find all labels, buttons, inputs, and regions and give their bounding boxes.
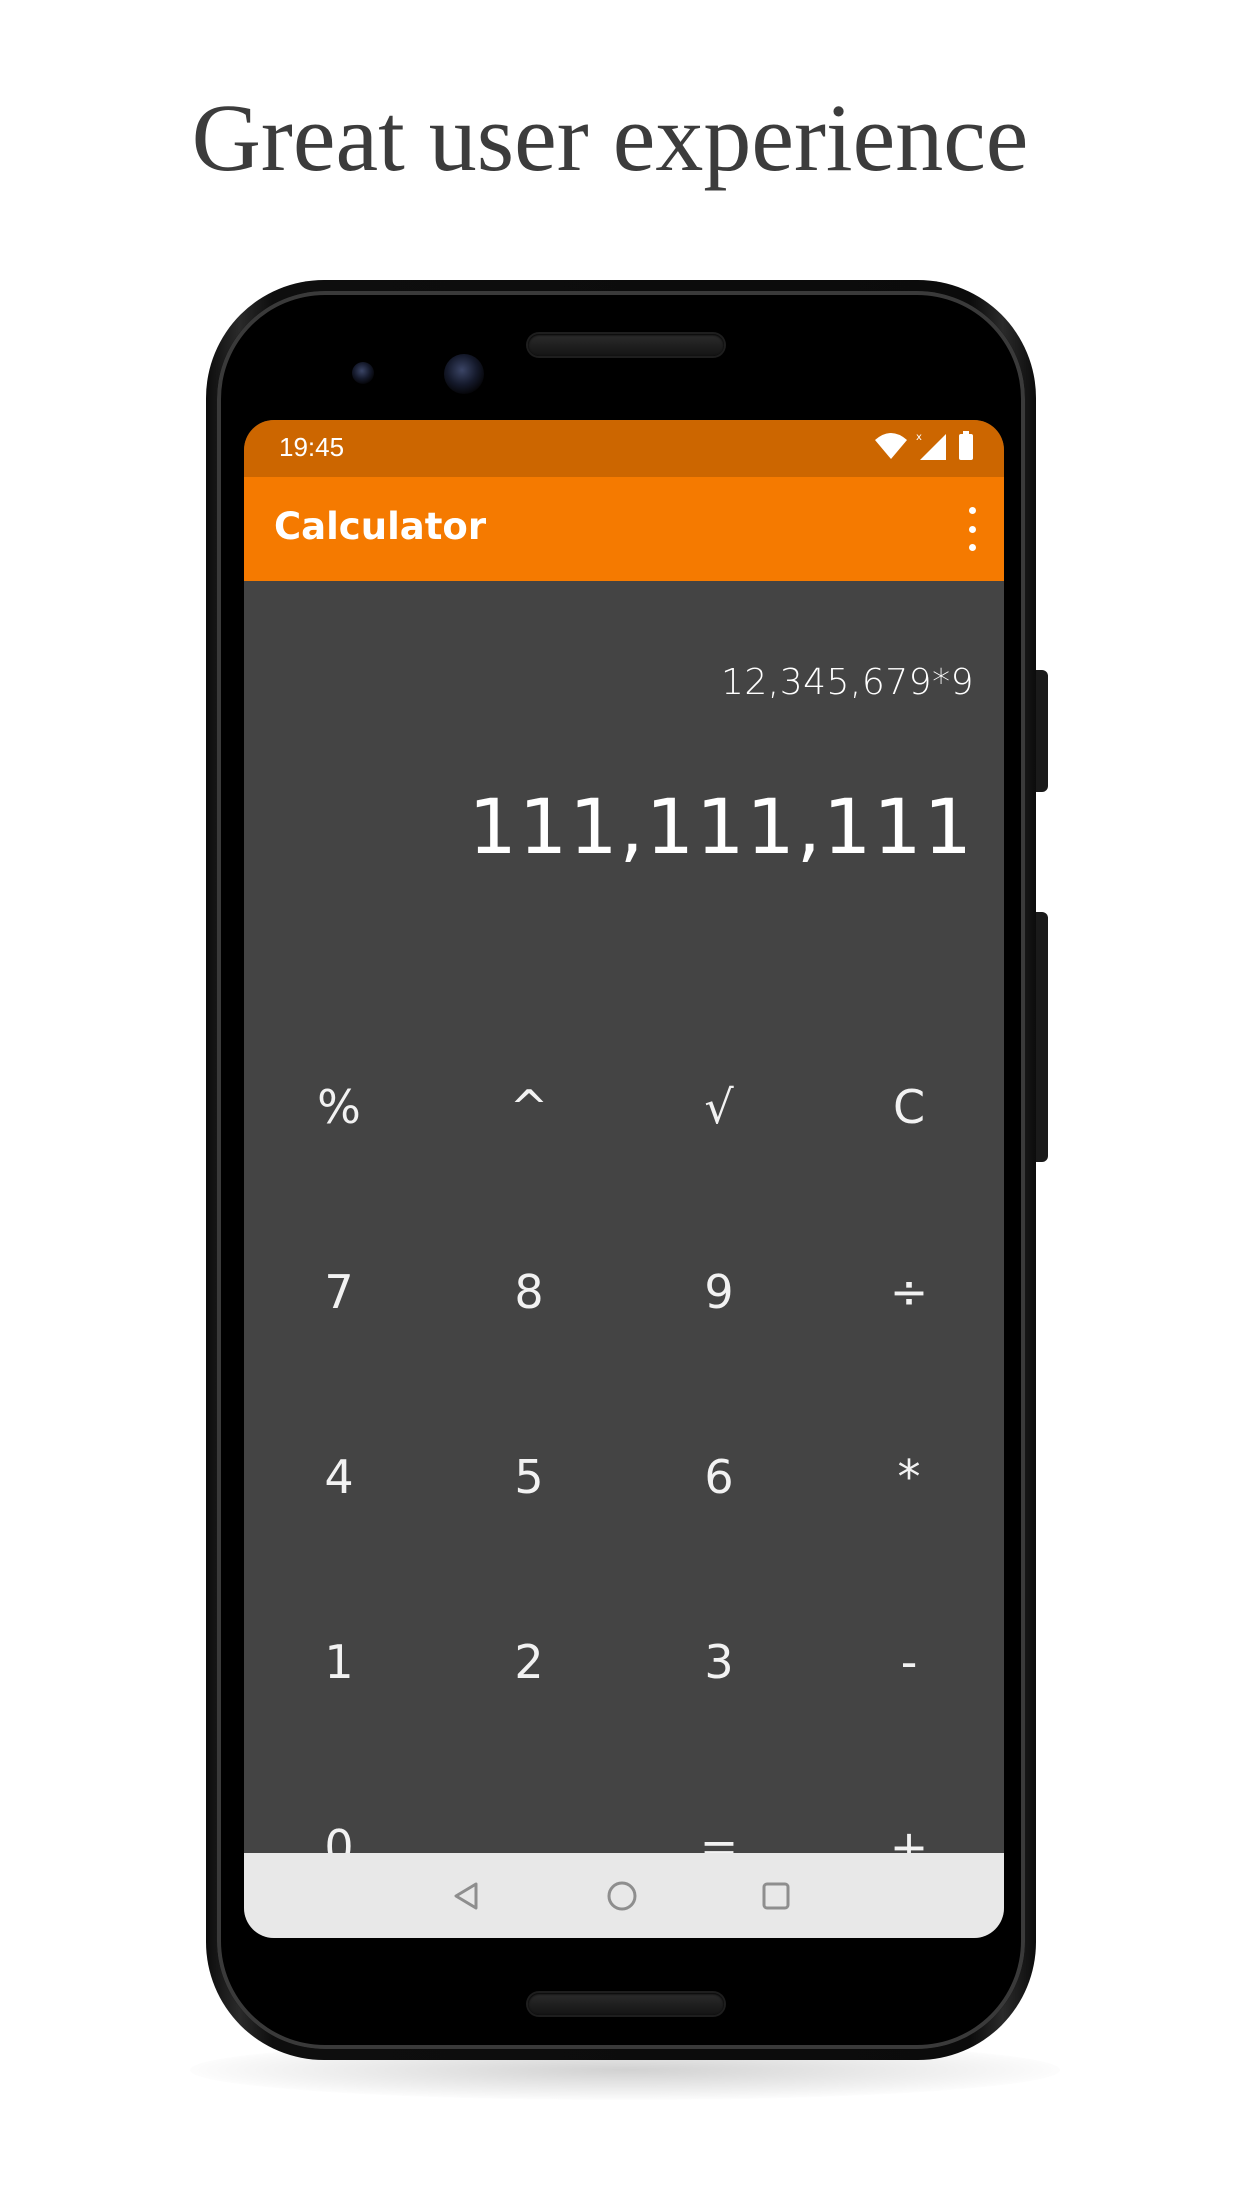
divide-key[interactable]: ÷ bbox=[814, 1199, 1004, 1384]
front-sensor bbox=[352, 362, 374, 384]
more-vert-icon[interactable] bbox=[962, 507, 982, 551]
status-icons: x bbox=[874, 431, 974, 465]
clear-key[interactable]: C bbox=[814, 1014, 1004, 1199]
digit-9-key[interactable]: 9 bbox=[624, 1199, 814, 1384]
digit-4-key[interactable]: 4 bbox=[244, 1384, 434, 1569]
digit-2-key[interactable]: 2 bbox=[434, 1569, 624, 1754]
recents-icon[interactable] bbox=[760, 1880, 792, 1912]
digit-8-key[interactable]: 8 bbox=[434, 1199, 624, 1384]
battery-icon bbox=[958, 431, 974, 465]
back-icon[interactable] bbox=[450, 1880, 482, 1912]
app-title: Calculator bbox=[274, 505, 487, 548]
bottom-speaker bbox=[528, 1993, 724, 2015]
earpiece-speaker bbox=[528, 334, 724, 356]
wifi-icon bbox=[874, 432, 908, 464]
digit-7-key[interactable]: 7 bbox=[244, 1199, 434, 1384]
digit-5-key[interactable]: 5 bbox=[434, 1384, 624, 1569]
phone-screen: 19:45 x Calculator 12,345,679*9 111,111,… bbox=[244, 420, 1004, 1938]
keypad: % ^ √ C 7 8 9 ÷ 4 5 6 * 1 2 3 - 0 . = + bbox=[244, 1014, 1004, 1938]
app-bar: Calculator bbox=[244, 477, 1004, 581]
cellular-signal-icon: x bbox=[916, 431, 950, 465]
sqrt-key[interactable]: √ bbox=[624, 1014, 814, 1199]
phone-side-button-lower bbox=[1034, 912, 1048, 1162]
result-display: 111,111,111 bbox=[468, 782, 974, 871]
minus-key[interactable]: - bbox=[814, 1569, 1004, 1754]
formula-display: 12,345,679*9 bbox=[720, 662, 974, 703]
navigation-bar bbox=[244, 1853, 1004, 1938]
percent-key[interactable]: % bbox=[244, 1014, 434, 1199]
status-bar: 19:45 x bbox=[244, 420, 1004, 477]
digit-6-key[interactable]: 6 bbox=[624, 1384, 814, 1569]
digit-3-key[interactable]: 3 bbox=[624, 1569, 814, 1754]
status-time: 19:45 bbox=[279, 432, 345, 462]
front-camera-icon bbox=[444, 354, 484, 394]
home-icon[interactable] bbox=[606, 1880, 638, 1912]
svg-text:x: x bbox=[916, 432, 922, 443]
power-key[interactable]: ^ bbox=[434, 1014, 624, 1199]
multiply-key[interactable]: * bbox=[814, 1384, 1004, 1569]
headline: Great user experience bbox=[191, 84, 1029, 191]
phone-side-button-upper bbox=[1034, 670, 1048, 792]
digit-1-key[interactable]: 1 bbox=[244, 1569, 434, 1754]
